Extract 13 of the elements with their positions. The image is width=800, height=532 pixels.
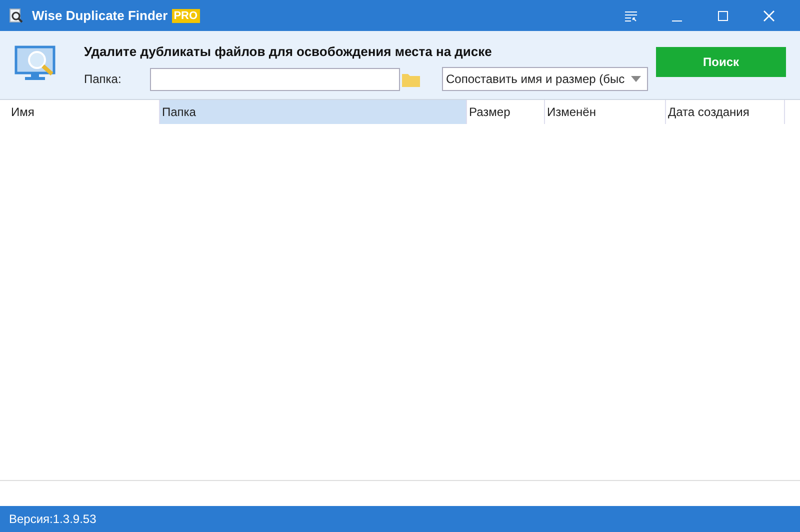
pro-badge: PRO <box>172 8 200 22</box>
folder-field[interactable] <box>150 68 400 91</box>
window-title: Wise Duplicate Finder <box>32 6 168 25</box>
version-text: Версия:1.3.9.53 <box>9 511 96 528</box>
column-header[interactable]: Папка <box>160 100 467 124</box>
column-header[interactable]: Размер <box>467 100 545 124</box>
app-icon <box>8 8 24 24</box>
column-header[interactable]: Дата создания <box>666 100 785 124</box>
compare-mode-dropdown[interactable]: Сопоставить имя и размер (быс <box>442 67 648 92</box>
heading: Удалите дубликаты файлов для освобождения места на диске <box>84 42 493 61</box>
folder-label: Папка: <box>84 71 122 88</box>
dropdown-arrow-icon <box>630 76 641 82</box>
column-header[interactable]: Изменён <box>545 100 666 124</box>
